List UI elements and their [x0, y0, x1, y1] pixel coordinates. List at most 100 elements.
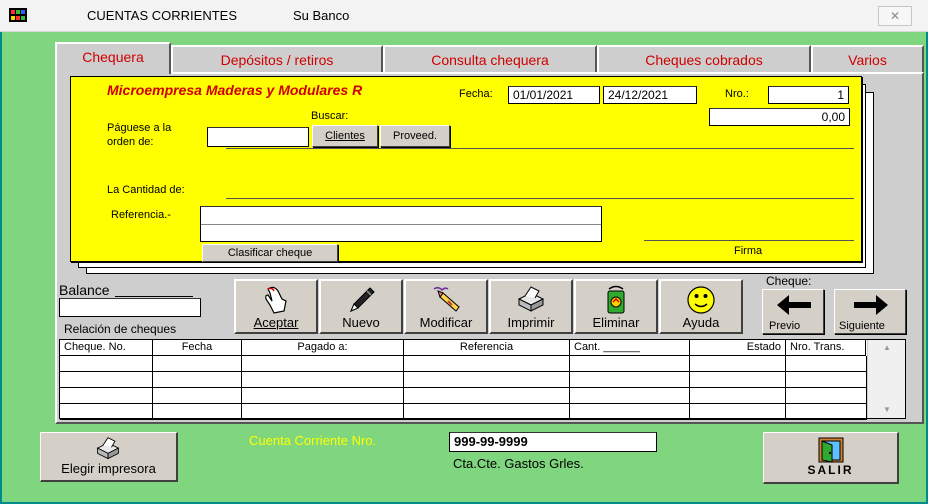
tab-chequera[interactable]: Chequera	[55, 42, 171, 74]
table-cell[interactable]	[153, 372, 242, 388]
arrow-left-icon	[777, 295, 811, 315]
firma-label: Firma	[734, 245, 763, 257]
table-cell[interactable]	[60, 404, 153, 420]
elegir-impresora-label: Elegir impresora	[61, 461, 156, 476]
table-cell[interactable]	[60, 356, 153, 372]
table-cell[interactable]	[786, 388, 867, 404]
tab-depositos-retiros[interactable]: Depósitos / retiros	[171, 45, 383, 73]
exit-door-icon	[818, 437, 844, 463]
amount-field[interactable]: 0,00	[709, 108, 850, 126]
cheques-grid[interactable]: Cheque. No. Fecha Pagado a: Referencia C…	[59, 339, 906, 420]
table-cell[interactable]	[570, 388, 690, 404]
modificar-button[interactable]: Modificar	[404, 279, 488, 334]
col-header-cheque-no[interactable]: Cheque. No.	[60, 340, 153, 356]
payee-line	[226, 148, 854, 149]
table-cell[interactable]	[242, 388, 404, 404]
tab-varios[interactable]: Varios	[811, 45, 924, 73]
fecha-hasta-field[interactable]: 24/12/2021	[603, 86, 697, 104]
fecha-desde-field[interactable]: 01/01/2021	[508, 86, 600, 104]
balance-field[interactable]	[59, 298, 201, 317]
table-cell[interactable]	[242, 404, 404, 420]
table-cell[interactable]	[153, 388, 242, 404]
imprimir-button[interactable]: Imprimir	[489, 279, 573, 334]
clasificar-cheque-button[interactable]: Clasificar cheque	[202, 244, 338, 262]
table-cell[interactable]	[153, 404, 242, 420]
elegir-impresora-button[interactable]: Elegir impresora	[40, 432, 178, 482]
cuenta-field[interactable]: 999-99-9999	[449, 432, 657, 452]
tab-cheques-cobrados[interactable]: Cheques cobrados	[597, 45, 811, 73]
hand-icon	[265, 286, 287, 314]
table-cell[interactable]	[570, 372, 690, 388]
table-cell[interactable]	[690, 372, 786, 388]
modificar-label: Modificar	[419, 315, 473, 330]
table-cell[interactable]	[690, 356, 786, 372]
table-cell[interactable]	[570, 404, 690, 420]
table-cell[interactable]	[242, 356, 404, 372]
table-cell[interactable]	[60, 388, 153, 404]
table-cell[interactable]	[404, 356, 570, 372]
table-cell[interactable]	[60, 372, 153, 388]
previo-button[interactable]: Previo	[762, 289, 824, 334]
relacion-label: Relación de cheques	[64, 322, 177, 336]
ayuda-button[interactable]: Ayuda	[659, 279, 743, 334]
arrow-right-icon	[854, 295, 888, 315]
tab-consulta-chequera[interactable]: Consulta chequera	[383, 45, 597, 73]
scroll-up-icon[interactable]: ▲	[868, 340, 906, 356]
imprimir-label: Imprimir	[507, 315, 555, 330]
salir-button[interactable]: SALIR	[763, 432, 899, 484]
table-cell[interactable]	[404, 404, 570, 420]
cheque-nav-label: Cheque:	[766, 274, 812, 288]
firma-line	[644, 240, 854, 241]
printer-icon	[517, 286, 545, 312]
buscar-label: Buscar:	[311, 110, 349, 122]
cantidad-label: La Cantidad de:	[107, 184, 185, 196]
siguiente-button[interactable]: Siguiente	[834, 289, 906, 334]
scroll-down-icon[interactable]: ▼	[868, 402, 906, 418]
proveed-button[interactable]: Proveed.	[380, 125, 450, 147]
salir-label: SALIR	[807, 463, 854, 477]
cuenta-desc: Cta.Cte. Gastos Grles.	[453, 456, 584, 471]
col-header-pagado-a[interactable]: Pagado a:	[242, 340, 404, 356]
bank-name: Su Banco	[293, 8, 350, 23]
nuevo-button[interactable]: Nuevo	[319, 279, 403, 334]
nro-field[interactable]: 1	[768, 86, 849, 104]
table-cell[interactable]	[786, 356, 867, 372]
payee-field[interactable]	[207, 127, 309, 147]
close-button[interactable]: ✕	[878, 6, 912, 26]
title-bar: CUENTAS CORRIENTES Su Banco ✕	[0, 0, 928, 32]
cantidad-line	[226, 198, 854, 199]
app-icon	[9, 8, 27, 22]
referencia-label: Referencia.-	[111, 209, 171, 221]
aceptar-button[interactable]: Aceptar	[234, 279, 318, 334]
grid-scrollbar[interactable]: ▲ ▼	[867, 340, 905, 418]
clientes-button[interactable]: Clientes	[312, 125, 378, 147]
col-header-estado[interactable]: Estado	[690, 340, 786, 356]
col-header-nro-trans[interactable]: Nro. Trans.	[786, 340, 866, 356]
table-cell[interactable]	[786, 404, 867, 420]
printer-icon	[96, 437, 120, 460]
paguese-label: Páguese a la	[107, 122, 172, 134]
cuenta-label: Cuenta Corriente Nro.	[249, 433, 377, 448]
table-cell[interactable]	[690, 388, 786, 404]
col-header-referencia[interactable]: Referencia	[404, 340, 570, 356]
eliminar-button[interactable]: Eliminar	[574, 279, 658, 334]
eliminar-label: Eliminar	[592, 315, 640, 330]
nro-label: Nro.:	[725, 88, 749, 100]
col-header-cant[interactable]: Cant. ______	[570, 340, 690, 356]
aceptar-label: Aceptar	[253, 315, 299, 330]
ayuda-label: Ayuda	[682, 315, 720, 330]
table-cell[interactable]	[690, 404, 786, 420]
table-cell[interactable]	[570, 356, 690, 372]
table-cell[interactable]	[242, 372, 404, 388]
col-header-fecha[interactable]: Fecha	[153, 340, 242, 356]
nuevo-label: Nuevo	[342, 315, 380, 330]
table-cell[interactable]	[404, 388, 570, 404]
cheque-form: Microempresa Maderas y Modulares R Fecha…	[70, 76, 862, 262]
company-name: Microempresa Maderas y Modulares R	[107, 82, 363, 98]
table-cell[interactable]	[786, 372, 867, 388]
referencia-field[interactable]	[200, 206, 602, 242]
table-cell[interactable]	[153, 356, 242, 372]
table-cell[interactable]	[404, 372, 570, 388]
balance-underline	[115, 296, 193, 297]
fecha-label: Fecha:	[459, 88, 493, 100]
